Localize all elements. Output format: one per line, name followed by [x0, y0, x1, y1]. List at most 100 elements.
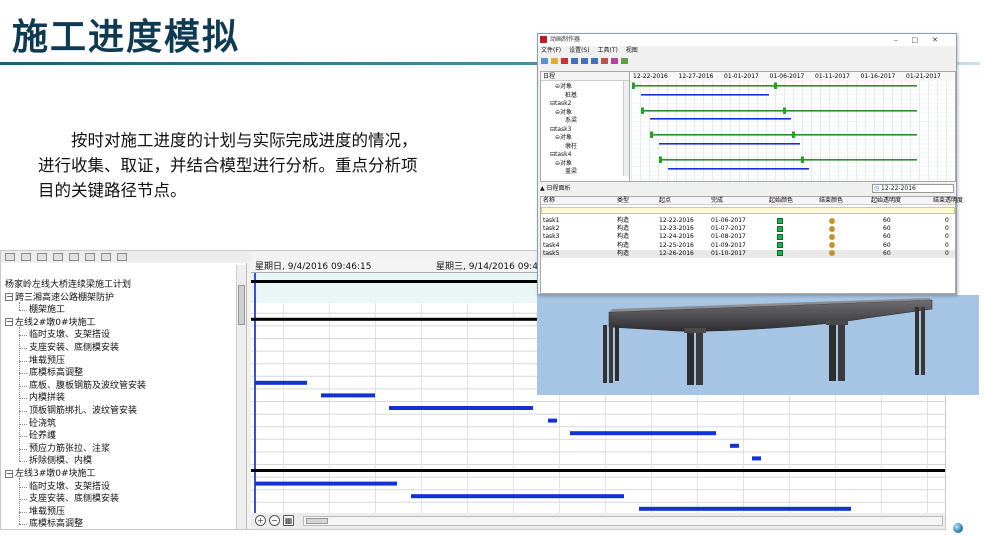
tree-item[interactable]: 底板、腹板钢筋及波纹管安装	[29, 380, 146, 393]
table-row[interactable]: task4 构造 12-25-2016 01-09-2017 60 0	[541, 242, 955, 250]
link-icon[interactable]	[591, 57, 598, 64]
tree-vertical-scrollbar[interactable]	[236, 265, 246, 529]
expand-collapse-icon[interactable]: −	[5, 318, 13, 327]
paint-icon[interactable]	[829, 225, 835, 232]
scrollbar-thumb[interactable]	[238, 285, 245, 325]
tree-item[interactable]: − 跨三湘高速公路棚架防护	[5, 292, 114, 305]
column-header[interactable]: 结束颜色	[819, 197, 843, 205]
tree-item[interactable]: 砼养護	[29, 430, 56, 443]
schedule-tree-item[interactable]: 系梁	[565, 117, 577, 125]
column-header[interactable]: 完成	[711, 197, 723, 205]
toolbar-button-icon[interactable]	[69, 252, 79, 261]
record-icon[interactable]	[611, 57, 618, 64]
schedule-tree-item[interactable]: ⊟task3	[550, 126, 571, 134]
paint-icon[interactable]	[829, 242, 835, 249]
column-header[interactable]: 起点	[659, 197, 671, 205]
tree-item[interactable]: 内模拼装	[29, 392, 65, 405]
expand-collapse-icon[interactable]: −	[5, 293, 13, 302]
menu-tools[interactable]: 工具(T)	[597, 47, 617, 54]
schedule-tree-item[interactable]: 桩基	[565, 92, 577, 100]
column-header[interactable]: 名称	[543, 197, 555, 205]
paint-icon[interactable]	[829, 250, 835, 257]
tree-item-label: 临时支墩、支架搭设	[29, 481, 111, 492]
schedule-tree-item[interactable]: ⊟task2	[550, 100, 571, 108]
menu-view[interactable]: 视图	[626, 47, 638, 54]
tree-item[interactable]: 临时支墩、支架搭设	[29, 329, 110, 342]
tree-item[interactable]: 堆载预压	[29, 355, 65, 368]
color-swatch-icon[interactable]	[777, 242, 783, 249]
toolbar-button-icon[interactable]	[101, 252, 111, 261]
calendar-icon[interactable]: ◷	[874, 185, 879, 193]
table-cell: 0	[945, 233, 949, 241]
zoom-out-icon[interactable]: −	[269, 515, 280, 526]
add-task-icon[interactable]	[571, 57, 578, 64]
schedule-tree-item[interactable]: 墩柱	[565, 143, 577, 151]
tree-item[interactable]: 棚架施工	[29, 304, 65, 317]
color-swatch-icon[interactable]	[777, 233, 783, 240]
gantt-zoom-bar: + − ▦	[251, 513, 945, 529]
column-header[interactable]: 结束透明度	[933, 197, 963, 205]
tree-item[interactable]: 砼浇筑	[29, 418, 56, 431]
scrollbar-thumb[interactable]	[306, 518, 328, 524]
schedule-tree-item[interactable]: ⊟task4	[550, 151, 571, 159]
tree-item[interactable]: 临时支墩、支架搭设	[29, 481, 110, 494]
toolbar-button-icon[interactable]	[85, 252, 95, 261]
window-controls[interactable]: –□✕	[894, 34, 952, 46]
chart-horizontal-scrollbar[interactable]	[303, 516, 943, 526]
table-cell: 60	[883, 241, 891, 249]
column-header[interactable]: 类型	[617, 197, 629, 205]
toolbar-button-icon[interactable]	[53, 252, 63, 261]
column-header[interactable]: 起始透明度	[871, 197, 901, 205]
zoom-in-icon[interactable]: +	[255, 515, 266, 526]
schedule-tree-item[interactable]: 盖梁	[565, 168, 577, 176]
collapse-icon[interactable]: ▲	[540, 185, 545, 192]
fit-icon[interactable]: ▦	[283, 515, 294, 526]
table-row[interactable]: task3 构造 12-24-2016 01-08-2017 60 0	[541, 233, 955, 241]
color-swatch-icon[interactable]	[777, 225, 783, 232]
tree-item[interactable]: 支座安装、底侧模安装	[29, 493, 119, 506]
color-swatch-icon[interactable]	[777, 217, 783, 224]
open-icon[interactable]	[551, 57, 558, 64]
schedule-tree-item[interactable]: ⊖对象	[555, 109, 572, 117]
expand-collapse-icon[interactable]: −	[5, 469, 13, 478]
export-icon[interactable]	[621, 57, 628, 64]
tree-item[interactable]: 杨家岭左线大桥连续梁施工计划	[5, 279, 131, 292]
table-row[interactable]: task2 构造 12-23-2016 01-07-2017 60 0	[541, 225, 955, 233]
play-icon[interactable]	[601, 57, 608, 64]
toolbar-button-icon[interactable]	[21, 252, 31, 261]
color-swatch-icon[interactable]	[777, 250, 783, 257]
table-row[interactable]: task1 构造 12-22-2016 01-06-2017 60 0	[541, 217, 955, 225]
tree-connector	[19, 448, 27, 450]
new-row-input[interactable]	[541, 207, 955, 214]
delete-icon[interactable]	[561, 57, 568, 64]
new-icon[interactable]	[541, 57, 548, 64]
toolbar-button-icon[interactable]	[5, 252, 15, 261]
table-cell: 构造	[617, 225, 630, 233]
tree-item-label: 预应力筋张拉、注浆	[29, 443, 111, 454]
tree-item[interactable]: 拆除侧模、内模	[29, 455, 92, 468]
schedule-tree-item[interactable]: ⊖对象	[555, 160, 572, 168]
tree-item[interactable]: 支座安装、底侧模安装	[29, 342, 119, 355]
date-input[interactable]: ◷ 12-22-2016	[872, 184, 954, 193]
gantt-bar	[389, 406, 533, 410]
tree-item-label: 内模拼装	[29, 393, 66, 404]
paint-icon[interactable]	[829, 217, 835, 224]
tree-item[interactable]: 顶板钢筋绑扎、波纹管安装	[29, 405, 137, 418]
schedule-tree-item[interactable]: ⊖对象	[555, 83, 572, 91]
toolbar-button-icon[interactable]	[37, 252, 47, 261]
toolbar-button-icon[interactable]	[117, 252, 127, 261]
menu-file[interactable]: 文件(F)	[541, 47, 561, 54]
schedule-tree-item[interactable]: ⊖对象	[555, 134, 572, 142]
schedule-bars-svg	[631, 80, 955, 181]
tree-item[interactable]: 底模标高调整	[29, 518, 83, 529]
menu-settings[interactable]: 设置(S)	[569, 47, 590, 54]
tree-item[interactable]: 底模标高调整	[29, 367, 83, 380]
move-icon[interactable]	[581, 57, 588, 64]
table-row[interactable]: task5 构造 12-26-2016 01-10-2017 60 0	[541, 249, 955, 258]
schedule-marker	[650, 131, 653, 138]
tree-item[interactable]: 堆载预压	[29, 506, 65, 519]
tree-item[interactable]: 预应力筋张拉、注浆	[29, 443, 110, 456]
paint-icon[interactable]	[829, 233, 835, 240]
column-header[interactable]: 起始颜色	[769, 197, 793, 205]
tree-vertical-scrollbar[interactable]	[623, 81, 629, 176]
